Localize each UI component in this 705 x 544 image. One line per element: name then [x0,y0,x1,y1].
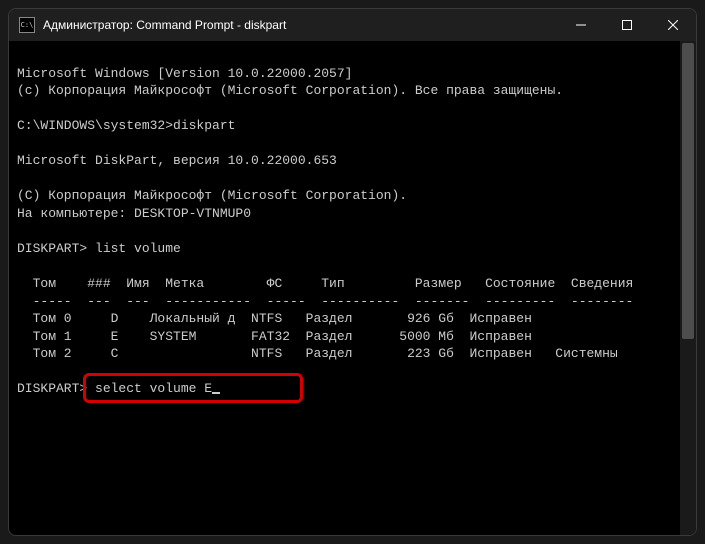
maximize-button[interactable] [604,9,650,41]
output-line: (c) Корпорация Майкрософт (Microsoft Cor… [17,83,563,98]
prompt-line: C:\WINDOWS\system32>diskpart [17,118,235,133]
prompt-line: DISKPART> list volume [17,241,181,256]
text-cursor [212,392,220,394]
close-button[interactable] [650,9,696,41]
typed-command: select volume E [95,381,212,396]
scrollbar[interactable] [680,41,696,535]
table-divider: ----- --- --- ----------- ----- --------… [17,294,633,309]
close-icon [668,20,678,30]
table-row: Том 0 D Локальный д NTFS Раздел 926 Gб И… [17,311,532,326]
minimize-icon [576,20,586,30]
prompt-line: DISKPART> select volume E [17,381,220,396]
table-header: Том ### Имя Метка ФС Тип Размер Состояни… [17,276,633,291]
output-line: (C) Корпорация Майкрософт (Microsoft Cor… [17,188,407,203]
output-line: Microsoft DiskPart, версия 10.0.22000.65… [17,153,337,168]
terminal-output[interactable]: Microsoft Windows [Version 10.0.22000.20… [9,41,696,535]
output-line: На компьютере: DESKTOP-VTNMUP0 [17,206,251,221]
minimize-button[interactable] [558,9,604,41]
scrollbar-thumb[interactable] [682,43,694,339]
command-prompt-window: C:\ Администратор: Command Prompt - disk… [8,8,697,536]
table-row: Том 2 C NTFS Раздел 223 Gб Исправен Сист… [17,346,618,361]
output-line: Microsoft Windows [Version 10.0.22000.20… [17,66,352,81]
window-title: Администратор: Command Prompt - diskpart [43,18,558,32]
window-controls [558,9,696,41]
prompt-prefix: DISKPART> [17,381,95,396]
table-row: Том 1 E SYSTEM FAT32 Раздел 5000 Mб Испр… [17,329,532,344]
maximize-icon [622,20,632,30]
app-icon: C:\ [19,17,35,33]
titlebar[interactable]: C:\ Администратор: Command Prompt - disk… [9,9,696,41]
